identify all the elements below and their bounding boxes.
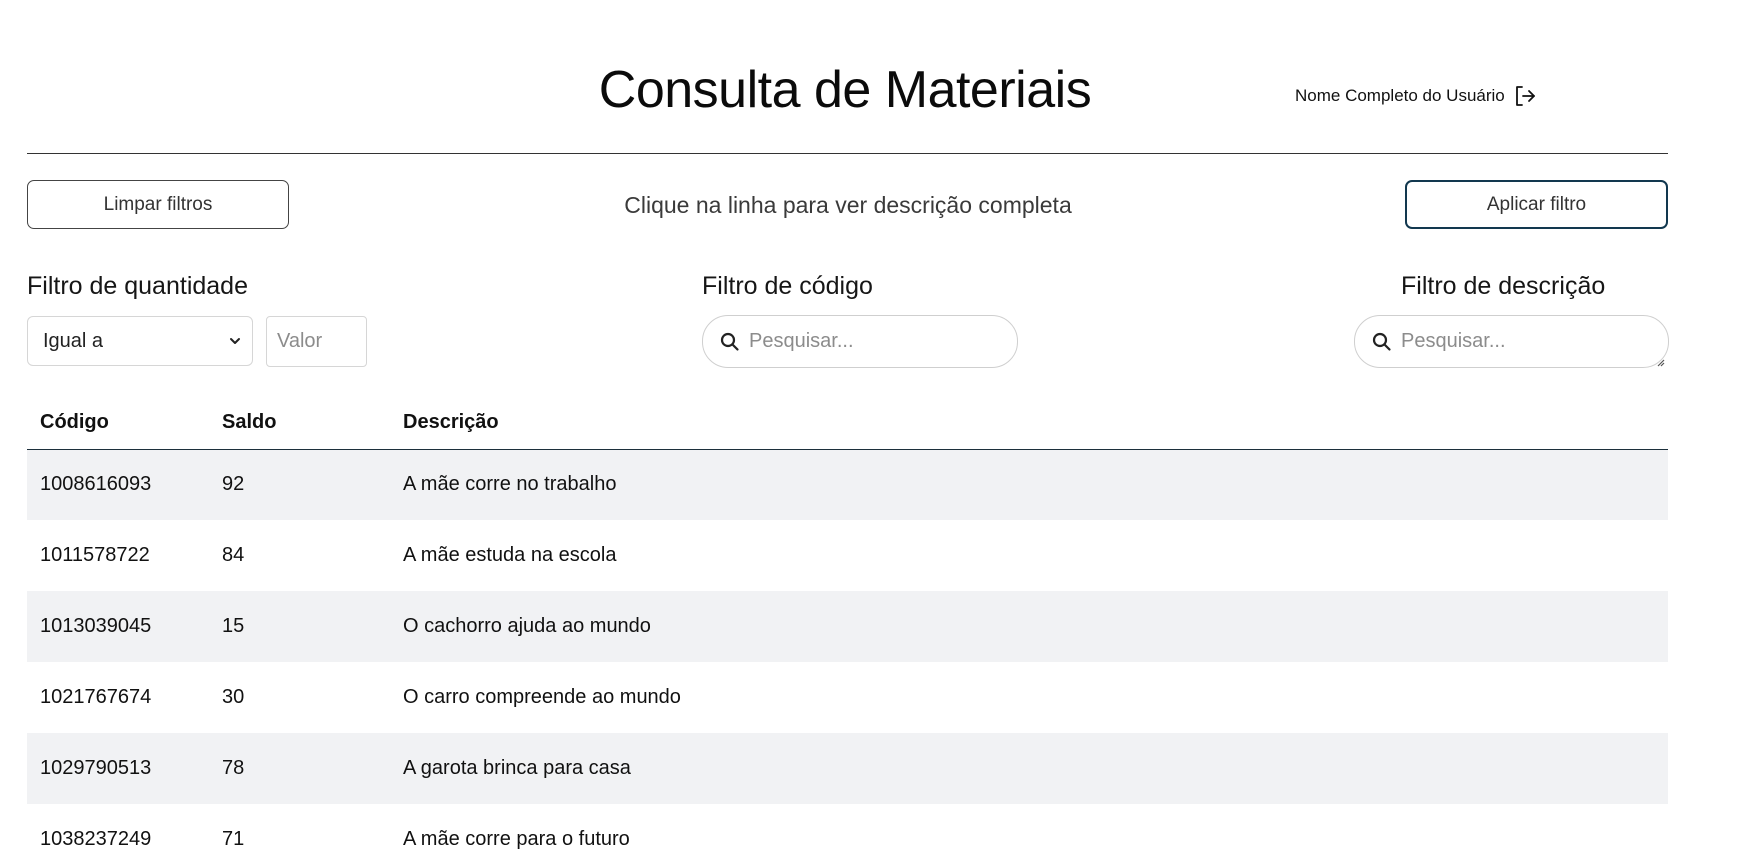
- quantity-operator-select[interactable]: Igual a: [27, 316, 253, 366]
- cell-saldo: 92: [222, 473, 245, 496]
- code-search-box[interactable]: [702, 315, 1018, 368]
- code-filter-label: Filtro de código: [702, 272, 873, 300]
- table-row[interactable]: 1013039045 15 O cachorro ajuda ao mundo: [27, 591, 1668, 662]
- table-row[interactable]: 1011578722 84 A mãe estuda na escola: [27, 520, 1668, 591]
- cell-saldo: 84: [222, 544, 245, 566]
- resize-grip-icon[interactable]: [1655, 354, 1665, 367]
- search-icon: [1371, 331, 1393, 353]
- table-row[interactable]: 1029790513 78 A garota brinca para casa: [27, 733, 1668, 804]
- quantity-value-input[interactable]: [266, 316, 367, 367]
- code-search-input[interactable]: [749, 330, 969, 353]
- column-header-saldo[interactable]: Saldo: [209, 396, 390, 450]
- chevron-down-icon: [228, 334, 242, 348]
- cell-description: O cachorro ajuda ao mundo: [403, 615, 651, 637]
- column-header-code[interactable]: Código: [27, 396, 209, 450]
- cell-description: O carro compreende ao mundo: [403, 686, 681, 708]
- apply-filter-button[interactable]: Aplicar filtro: [1405, 180, 1668, 229]
- cell-description: A garota brinca para casa: [403, 757, 631, 779]
- table-row[interactable]: 1038237249 71 A mãe corre para o futuro: [27, 804, 1668, 864]
- description-filter-label: Filtro de descrição: [1401, 272, 1606, 300]
- cell-saldo: 78: [222, 757, 245, 779]
- table-header-row: Código Saldo Descrição: [27, 396, 1668, 450]
- cell-description: A mãe estuda na escola: [403, 544, 617, 566]
- page: Consulta de Materiais Nome Completo do U…: [0, 0, 1743, 864]
- description-search-input[interactable]: [1401, 330, 1621, 353]
- materials-table: Código Saldo Descrição 1008616093 92 A m…: [27, 396, 1668, 864]
- cell-saldo: 30: [222, 686, 245, 708]
- cell-description: A mãe corre no trabalho: [403, 473, 617, 496]
- user-name: Nome Completo do Usuário: [1295, 86, 1505, 105]
- cell-code: 1011578722: [40, 544, 150, 566]
- logout-icon[interactable]: [1513, 84, 1537, 108]
- cell-description: A mãe corre para o futuro: [403, 828, 630, 850]
- quantity-filter-label: Filtro de quantidade: [27, 272, 248, 300]
- quantity-operator-value: Igual a: [43, 329, 104, 352]
- user-menu: Nome Completo do Usuário: [1295, 84, 1537, 108]
- cell-saldo: 15: [222, 615, 245, 637]
- table-row[interactable]: 1008616093 92 A mãe corre no trabalho: [27, 449, 1668, 520]
- description-search-box[interactable]: [1354, 315, 1669, 368]
- cell-code: 1013039045: [40, 615, 152, 637]
- cell-saldo: 71: [222, 828, 245, 850]
- cell-code: 1038237249: [40, 828, 152, 850]
- cell-code: 1029790513: [40, 757, 152, 779]
- header-divider: [27, 153, 1668, 154]
- search-icon: [719, 331, 741, 353]
- table-row[interactable]: 1021767674 30 O carro compreende ao mund…: [27, 662, 1668, 733]
- cell-code: 1021767674: [40, 686, 152, 708]
- cell-code: 1008616093: [40, 473, 152, 496]
- column-header-description[interactable]: Descrição: [390, 396, 1668, 450]
